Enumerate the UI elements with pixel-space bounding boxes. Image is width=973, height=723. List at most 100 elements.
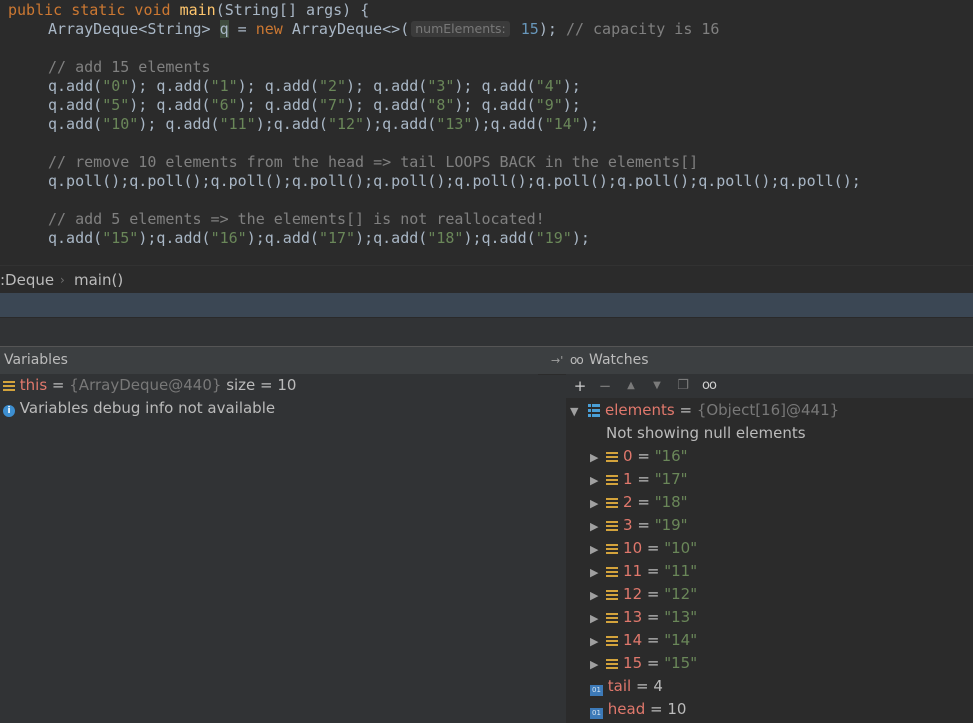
show-watches-toggle[interactable]: oo	[700, 376, 718, 396]
element-index: 10	[623, 539, 643, 557]
add-watch-button[interactable]: +	[571, 376, 589, 396]
field-list-icon	[606, 475, 619, 485]
code-token: );q.add(	[472, 115, 545, 133]
watch-element-row[interactable]: ▶ 1 = "17"	[590, 468, 688, 491]
breadcrumb-method[interactable]: main()	[74, 266, 123, 294]
chevron-right-icon[interactable]: ▶	[590, 543, 598, 556]
code-token: );	[580, 115, 599, 133]
element-value: "15"	[664, 654, 698, 672]
code-token: "2"	[318, 77, 347, 95]
watch-value: {Object[16]@441}	[696, 401, 840, 419]
watch-row-tail[interactable]: 01 tail = 4	[590, 675, 663, 698]
watch-name: elements	[605, 401, 675, 419]
element-eq: =	[632, 447, 655, 465]
chevron-right-icon[interactable]: ▶	[590, 566, 598, 579]
watch-element-row[interactable]: ▶ 10 = "10"	[590, 537, 697, 560]
element-value: "13"	[664, 608, 698, 626]
watch-element-row[interactable]: ▶ 3 = "19"	[590, 514, 688, 537]
chevron-right-icon[interactable]: ▶	[590, 658, 598, 671]
code-token: "0"	[102, 77, 130, 95]
variable-eq: =	[47, 376, 70, 394]
field-list-icon	[606, 452, 619, 462]
watch-eq: =	[645, 700, 668, 718]
code-token: main	[179, 1, 216, 19]
element-eq: =	[642, 654, 665, 672]
code-token: "7"	[318, 96, 347, 114]
chevron-right-icon[interactable]: ▶	[590, 451, 598, 464]
code-token: "10"	[102, 115, 139, 133]
element-eq: =	[632, 516, 655, 534]
code-token: ); q.add(	[454, 96, 536, 114]
element-index: 15	[623, 654, 643, 672]
field-list-icon	[606, 636, 619, 646]
watch-name: tail	[607, 677, 632, 695]
watch-element-row[interactable]: ▶ 2 = "18"	[590, 491, 688, 514]
code-token: "1"	[210, 77, 238, 95]
code-line-5: q.add("0"); q.add("1"); q.add("2"); q.ad…	[48, 77, 581, 96]
code-line-6: q.add("5"); q.add("6"); q.add("7"); q.ad…	[48, 96, 581, 115]
watch-value: 10	[667, 700, 687, 718]
move-down-button[interactable]: ▼	[648, 376, 666, 396]
panel-divider[interactable]	[538, 374, 566, 723]
element-value: "19"	[654, 516, 688, 534]
code-line-1: public static void main(String[] args) {	[8, 1, 369, 20]
variable-row-this[interactable]: this = {ArrayDeque@440} size = 10	[3, 374, 296, 397]
code-token: "11"	[219, 115, 256, 133]
watch-eq: =	[674, 401, 697, 419]
chevron-right-icon[interactable]: ▶	[590, 474, 598, 487]
code-token: ArrayDeque<String>	[48, 20, 220, 38]
watch-element-row[interactable]: ▶ 14 = "14"	[590, 629, 697, 652]
pin-icon[interactable]: →'	[551, 347, 563, 374]
code-token: ); q.add(	[129, 96, 211, 114]
remove-watch-button[interactable]: −	[596, 376, 614, 396]
null-elements-note: Not showing null elements	[606, 424, 806, 442]
code-token: "4"	[535, 77, 563, 95]
watch-element-row[interactable]: ▶ 15 = "15"	[590, 652, 697, 675]
code-line-9: // remove 10 elements from the head => t…	[48, 153, 699, 171]
field-list-icon	[606, 613, 619, 623]
code-token: "13"	[436, 115, 473, 133]
element-index: 11	[623, 562, 643, 580]
watch-element-row[interactable]: ▶ 0 = "16"	[590, 445, 688, 468]
watch-row-head[interactable]: 01 head = 10	[590, 698, 686, 721]
element-index: 1	[623, 470, 633, 488]
code-line-13: q.add("15");q.add("16");q.add("17");q.ad…	[48, 229, 590, 248]
copy-watch-button[interactable]: ❐	[674, 376, 692, 396]
code-line-4: // add 15 elements	[48, 58, 211, 76]
watch-value: 4	[653, 677, 663, 695]
element-index: 0	[623, 447, 633, 465]
breadcrumb-class[interactable]: :Deque	[0, 266, 54, 294]
watch-root-elements[interactable]: ▼ elements = {Object[16]@441}	[570, 399, 839, 422]
chevron-down-icon[interactable]: ▼	[570, 405, 578, 418]
watch-element-row[interactable]: ▶ 13 = "13"	[590, 606, 697, 629]
code-token: "18"	[427, 229, 464, 247]
watches-panel-header[interactable]: →' oo Watches	[538, 346, 973, 375]
code-token: ); q.add(	[237, 77, 319, 95]
code-token: );q.add(	[138, 229, 211, 247]
chevron-right-icon[interactable]: ▶	[590, 589, 598, 602]
variables-panel-header[interactable]: Variables	[0, 346, 538, 375]
watch-element-row[interactable]: ▶ 12 = "12"	[590, 583, 697, 606]
watch-element-row[interactable]: ▶ 11 = "11"	[590, 560, 697, 583]
variable-name: this	[19, 376, 48, 394]
element-index: 13	[623, 608, 643, 626]
chevron-right-icon[interactable]: ▶	[590, 497, 598, 510]
code-line-2: ArrayDeque<String> q = new ArrayDeque<>(…	[48, 20, 719, 39]
chevron-right-icon[interactable]: ▶	[590, 612, 598, 625]
array-icon	[588, 404, 601, 417]
code-token: );q.add(	[463, 229, 536, 247]
code-token: );	[571, 229, 590, 247]
field-list-icon	[606, 544, 619, 554]
chevron-right-icon[interactable]: ▶	[590, 635, 598, 648]
field-list-icon	[606, 521, 619, 531]
code-token: ); q.add(	[237, 96, 319, 114]
code-token: q	[219, 20, 229, 38]
code-token: "14"	[544, 115, 581, 133]
code-token: "16"	[210, 229, 247, 247]
chevron-right-icon: ›	[60, 273, 65, 287]
code-editor[interactable]: public static void main(String[] args) {…	[0, 0, 973, 265]
code-token: "17"	[318, 229, 356, 247]
field-list-icon	[606, 590, 619, 600]
chevron-right-icon[interactable]: ▶	[590, 520, 598, 533]
move-up-button[interactable]: ▲	[622, 376, 640, 396]
